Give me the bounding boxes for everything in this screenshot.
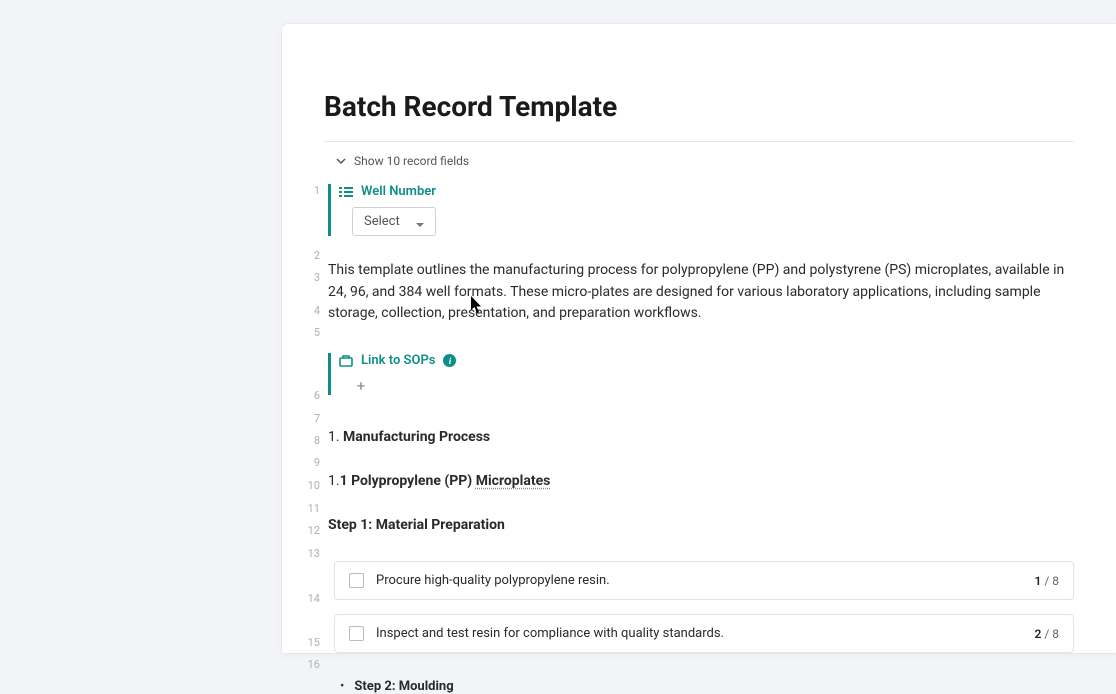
line-number: 4 [314,304,320,317]
line-number: 5 [314,326,320,339]
checkbox[interactable] [349,626,364,641]
section-title: Manufacturing Process [343,429,490,445]
well-number-label: Well Number [361,184,436,199]
show-fields-label: Show 10 record fields [354,154,469,168]
document-content: Batch Record Template 1 2 3 4 5 6 7 8 9 … [282,24,1116,694]
link-sops-label: Link to SOPs [361,353,435,368]
link-to-sops-field: Link to SOPs i + [328,353,1074,395]
line-number: 8 [314,434,320,447]
line-number: 11 [308,502,320,515]
checkbox[interactable] [349,573,364,588]
checklist-item-text: Inspect and test resin for compliance wi… [376,626,1022,641]
section-heading-1-1: 1.1 Polypropylene (PP) Microplates [328,473,1074,489]
info-icon[interactable]: i [443,354,456,367]
well-number-field: Well Number Select [328,184,1074,236]
page-title: Batch Record Template [324,90,1074,123]
field-header: Link to SOPs i [339,353,1074,368]
link-icon [339,354,353,368]
checklist-item-text: Procure high-quality polypropylene resin… [376,573,1022,588]
bullet-icon: • [340,679,344,694]
line-number: 6 [314,389,320,402]
step-1-checklist: Procure high-quality polypropylene resin… [334,561,1074,653]
template-description: This template outlines the manufacturing… [328,260,1074,325]
line-number: 3 [314,271,320,284]
checklist-counter: 1 / 8 [1034,574,1059,588]
title-divider [324,141,1074,142]
line-number: 1 [314,184,320,197]
line-number: 12 [308,524,320,537]
line-number: 14 [308,592,320,605]
line-number: 16 [308,658,320,671]
section-number: 1. [328,473,340,489]
field-header: Well Number [339,184,1074,199]
list-icon [339,185,353,199]
line-number: 15 [308,636,320,649]
select-text: Select [364,214,400,229]
chevron-down-icon [336,156,346,166]
step-2-heading: • Step 2: Moulding [340,679,1074,694]
step-2-label: Step 2: Moulding [354,679,453,694]
checklist-item: Inspect and test resin for compliance wi… [334,614,1074,653]
document-panel: Batch Record Template 1 2 3 4 5 6 7 8 9 … [282,24,1116,653]
line-number: 10 [308,479,320,492]
add-sop-link-button[interactable]: + [352,377,370,395]
section-number: 1. [328,429,343,445]
caret-down-icon [416,218,424,226]
step-1-heading: Step 1: Material Preparation [328,517,1074,533]
numbered-body: 1 2 3 4 5 6 7 8 9 10 11 12 13 14 15 16 [324,154,1074,694]
section-title-prefix: 1 Polypropylene (PP) [340,473,476,489]
line-number: 7 [314,412,320,425]
line-number: 9 [314,456,320,469]
line-number: 2 [314,249,320,262]
well-number-select[interactable]: Select [352,207,436,236]
show-record-fields-toggle[interactable]: Show 10 record fields [336,154,1074,168]
line-number: 13 [308,547,320,560]
checklist-counter: 2 / 8 [1034,627,1059,641]
checklist-item: Procure high-quality polypropylene resin… [334,561,1074,600]
section-heading-1: 1. Manufacturing Process [328,429,1074,445]
section-title-underlined: Microplates [476,473,551,489]
